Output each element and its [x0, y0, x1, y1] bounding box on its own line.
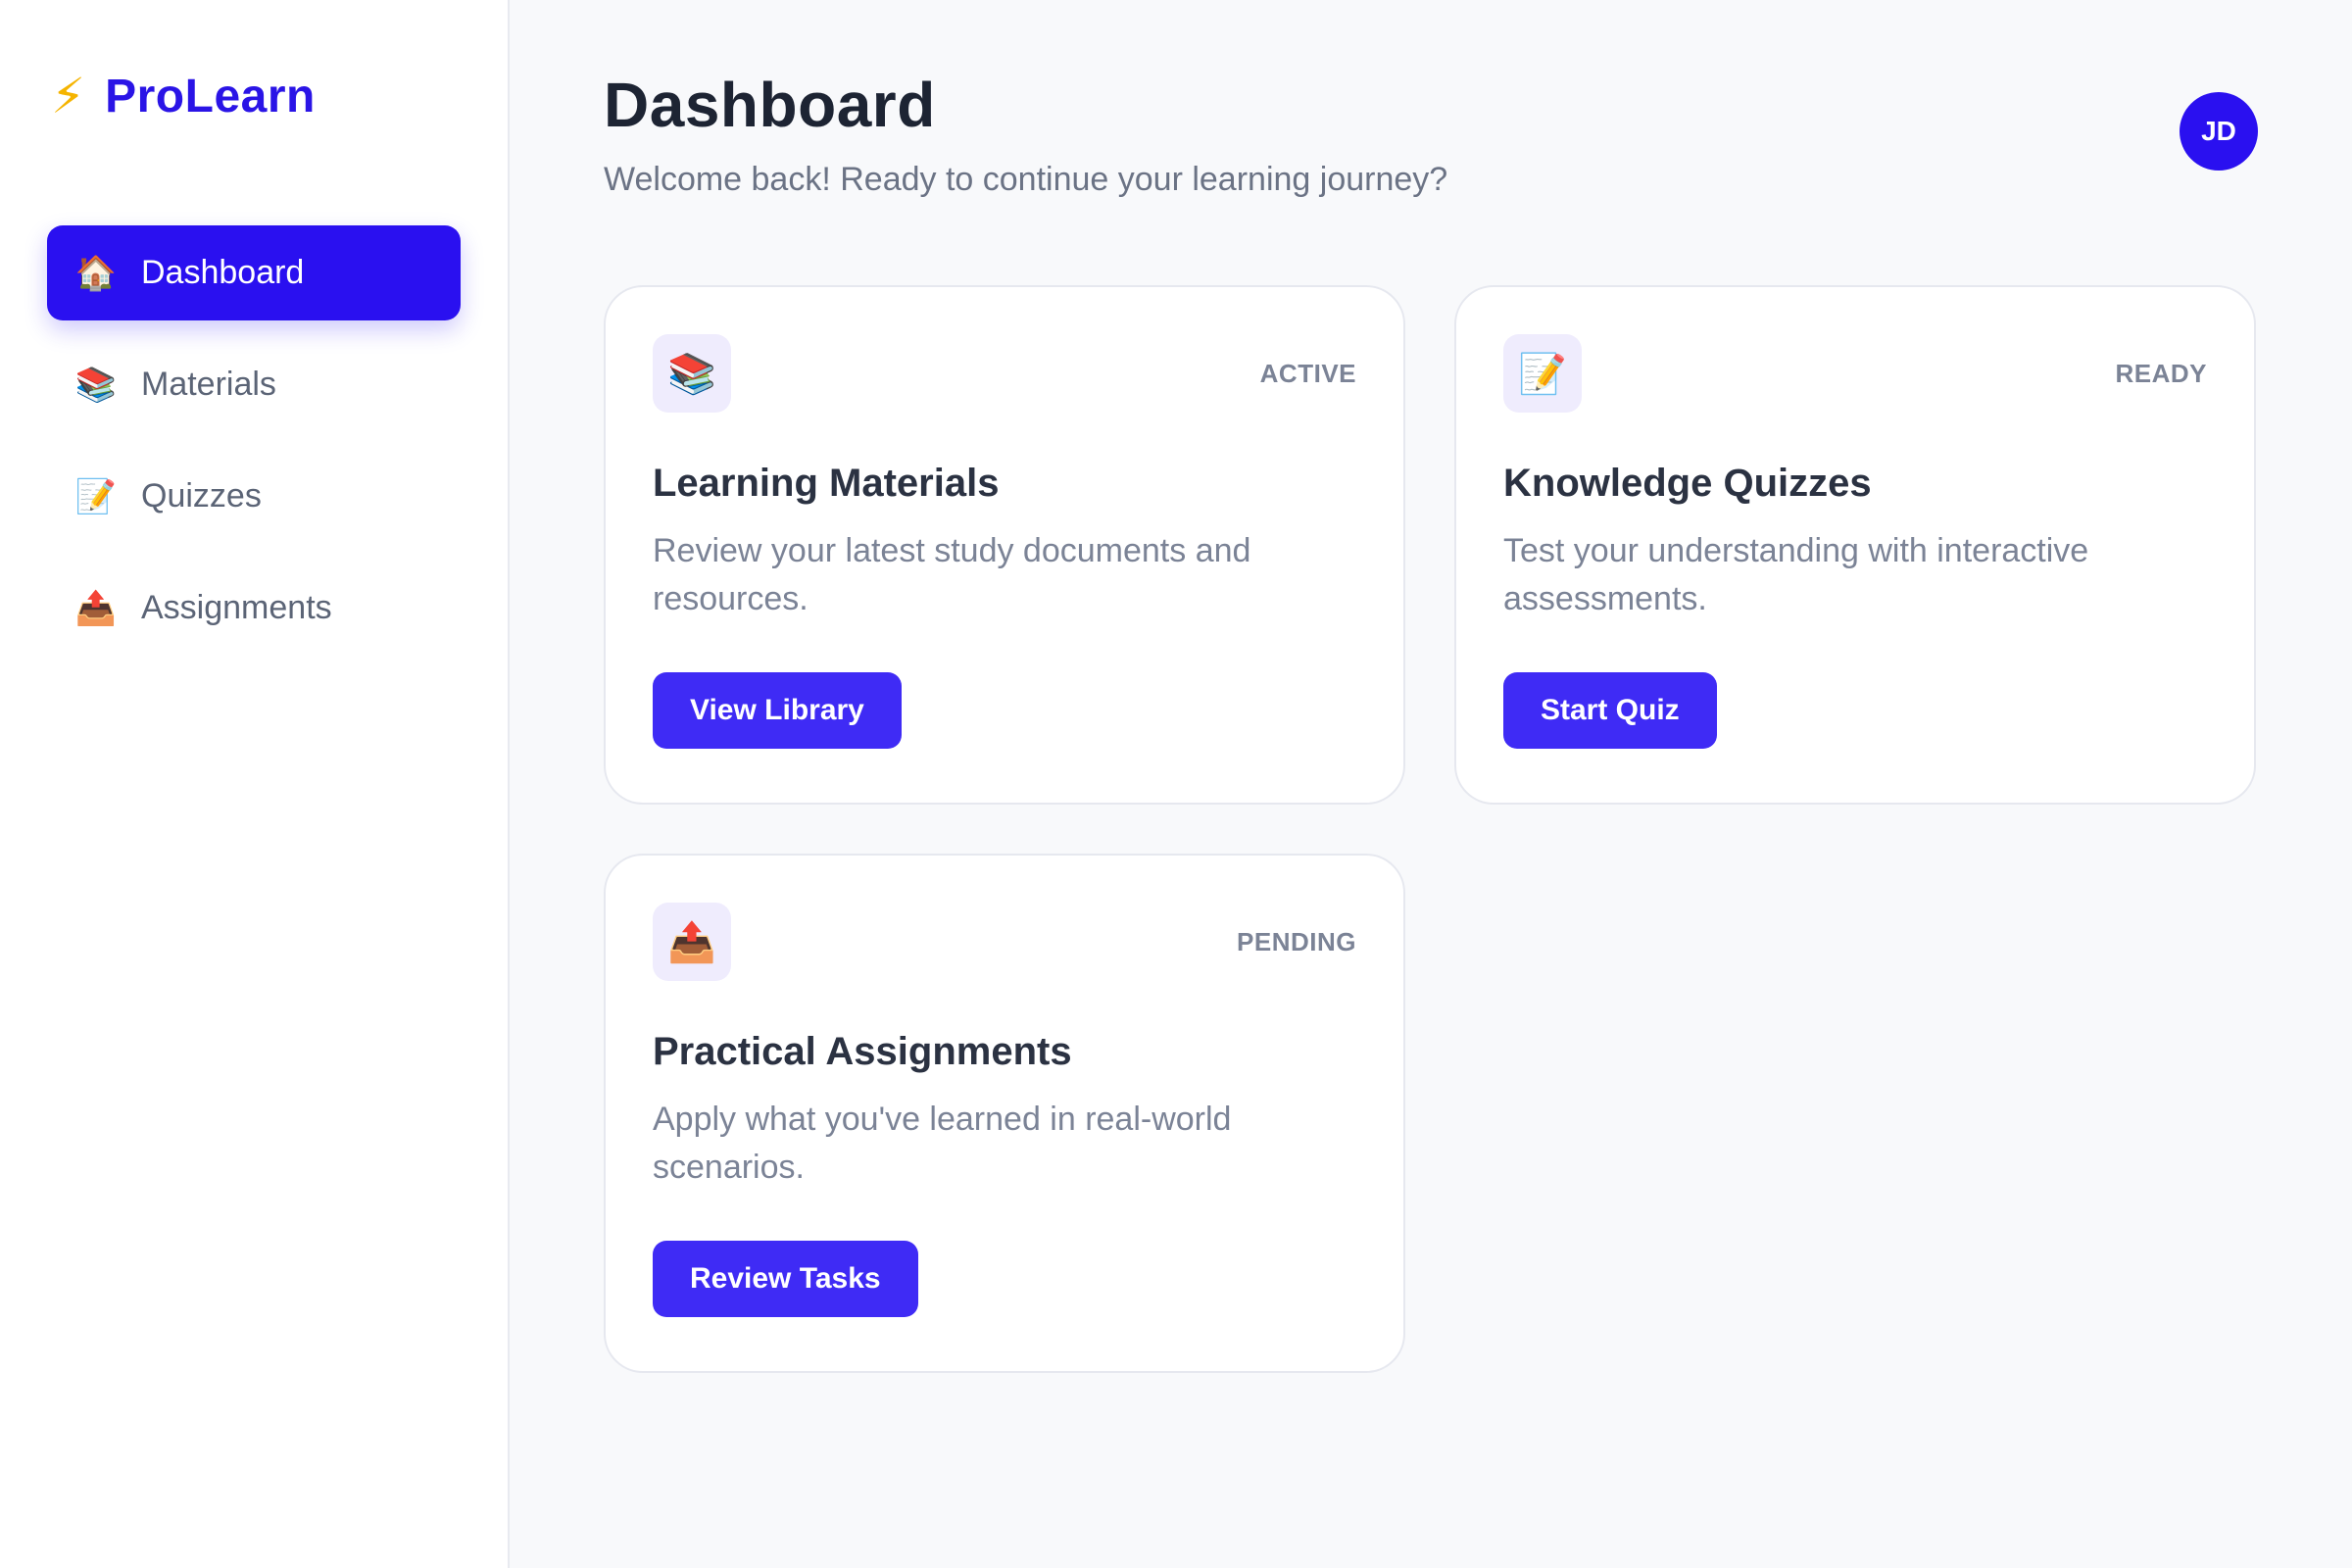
outbox-tray-icon: 📤 [74, 589, 118, 627]
brand-logo[interactable]: ⚡ ProLearn [47, 47, 461, 145]
card-description: Test your understanding with interactive… [1503, 532, 2089, 617]
card-description: Apply what you've learned in real-world … [653, 1101, 1232, 1186]
card-title: Knowledge Quizzes [1503, 462, 1872, 505]
app-root: ⚡ ProLearn 🏠 Dashboard 📚 Materials 📝 Qui… [0, 0, 2352, 1568]
sidebar-item-dashboard[interactable]: 🏠 Dashboard [47, 225, 461, 320]
card-learning-materials: 📚 ACTIVE Learning Materials Review your … [604, 285, 1405, 805]
sidebar-item-label: Assignments [141, 589, 332, 626]
card-practical-assignments: 📤 PENDING Practical Assignments Apply wh… [604, 854, 1405, 1373]
sidebar-nav: 🏠 Dashboard 📚 Materials 📝 Quizzes 📤 Assi… [47, 225, 461, 656]
status-badge: ACTIVE [1259, 358, 1356, 388]
books-icon: 📚 [653, 334, 731, 413]
start-quiz-button[interactable]: Start Quiz [1503, 672, 1717, 749]
card-title: Learning Materials [653, 462, 1000, 505]
memo-icon: 📝 [1503, 334, 1582, 413]
lightning-bolt-icon: ⚡ [51, 69, 86, 123]
memo-icon: 📝 [74, 477, 118, 515]
sidebar-item-label: Quizzes [141, 477, 262, 514]
avatar[interactable]: JD [2180, 92, 2258, 171]
card-title: Practical Assignments [653, 1030, 1072, 1073]
main-content: Dashboard Welcome back! Ready to continu… [510, 0, 2352, 1568]
sidebar-item-materials[interactable]: 📚 Materials [47, 337, 461, 432]
card-grid: 📚 ACTIVE Learning Materials Review your … [604, 285, 2258, 1373]
brand-name: ProLearn [105, 70, 316, 122]
sidebar-item-quizzes[interactable]: 📝 Quizzes [47, 449, 461, 544]
status-badge: PENDING [1237, 926, 1356, 956]
sidebar-item-assignments[interactable]: 📤 Assignments [47, 561, 461, 656]
page-title: Dashboard [604, 70, 936, 140]
status-badge: READY [2115, 358, 2207, 388]
house-icon: 🏠 [74, 254, 118, 292]
view-library-button[interactable]: View Library [653, 672, 902, 749]
books-icon: 📚 [74, 366, 118, 404]
sidebar-item-label: Dashboard [141, 254, 305, 291]
card-knowledge-quizzes: 📝 READY Knowledge Quizzes Test your unde… [1454, 285, 2256, 805]
page-subtitle: Welcome back! Ready to continue your lea… [604, 161, 1448, 198]
review-tasks-button[interactable]: Review Tasks [653, 1241, 918, 1317]
card-description: Review your latest study documents and r… [653, 532, 1251, 617]
sidebar-item-label: Materials [141, 366, 276, 403]
outbox-tray-icon: 📤 [653, 903, 731, 981]
sidebar: ⚡ ProLearn 🏠 Dashboard 📚 Materials 📝 Qui… [0, 0, 510, 1568]
